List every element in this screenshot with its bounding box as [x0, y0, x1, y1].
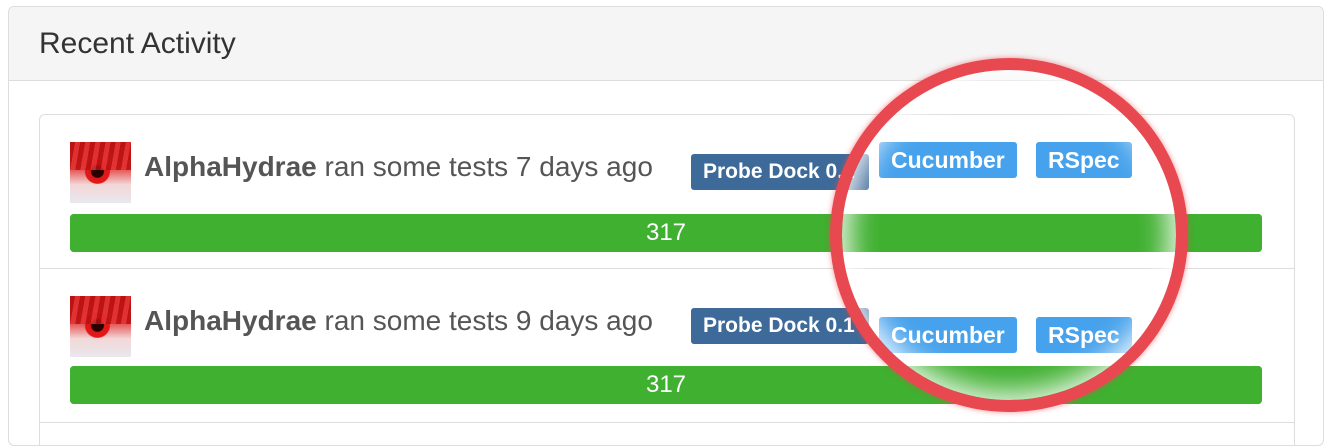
activity-description: ran some tests 7 days ago	[324, 151, 653, 182]
activity-text: AlphaHydrae ran some tests 9 days ago	[144, 305, 653, 337]
category-tag-rspec[interactable]: RSpec	[1036, 317, 1132, 353]
user-link[interactable]: AlphaHydrae	[144, 305, 317, 336]
activity-list: AlphaHydrae ran some tests 7 days ago Pr…	[39, 114, 1295, 445]
category-tag-cucumber[interactable]: Cucumber	[879, 142, 1017, 178]
category-tag-cucumber[interactable]: Cucumber	[879, 317, 1017, 353]
project-tag[interactable]: Probe Dock 0.1	[691, 308, 869, 344]
results-count: 317	[645, 371, 687, 398]
test-results-bar[interactable]: 317	[70, 366, 1262, 404]
test-results-bar[interactable]: 317	[70, 214, 1262, 252]
avatar[interactable]	[70, 296, 131, 357]
project-tag[interactable]: Probe Dock 0.1	[691, 154, 869, 190]
activity-item: AlphaHydrae ran some tests 7 days ago Pr…	[40, 115, 1294, 269]
activity-item: AlphaHydrae ran some tests 9 days ago Pr…	[40, 269, 1294, 423]
activity-text: AlphaHydrae ran some tests 7 days ago	[144, 151, 653, 183]
panel-title: Recent Activity	[9, 7, 1323, 81]
recent-activity-panel: Recent Activity AlphaHydrae ran some tes…	[8, 6, 1324, 446]
user-link[interactable]: AlphaHydrae	[144, 151, 317, 182]
category-tag-rspec[interactable]: RSpec	[1036, 142, 1132, 178]
results-count: 317	[645, 219, 687, 246]
avatar[interactable]	[70, 142, 131, 203]
activity-description: ran some tests 9 days ago	[324, 305, 653, 336]
